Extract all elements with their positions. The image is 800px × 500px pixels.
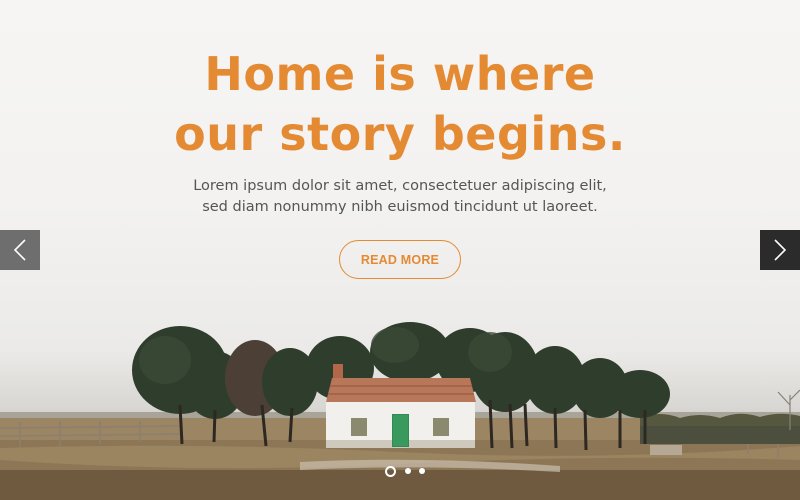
headline-line-2: our story begins. xyxy=(174,107,626,161)
slider-dot-3[interactable] xyxy=(419,468,425,474)
chevron-left-icon xyxy=(13,239,26,261)
description: Lorem ipsum dolor sit amet, consectetuer… xyxy=(0,176,800,218)
next-slide-button[interactable] xyxy=(760,230,800,270)
chevron-right-icon xyxy=(774,239,787,261)
slider-dot-2[interactable] xyxy=(405,468,411,474)
read-more-button[interactable]: READ MORE xyxy=(339,240,461,279)
description-line-1: Lorem ipsum dolor sit amet, consectetuer… xyxy=(193,178,607,194)
description-line-2: sed diam nonummy nibh euismod tincidunt … xyxy=(202,199,598,215)
headline-line-1: Home is where xyxy=(204,47,596,101)
slider-dots xyxy=(381,465,429,477)
headline: Home is where our story begins. xyxy=(0,44,800,164)
hero-slider: Home is where our story begins. Lorem ip… xyxy=(0,0,800,500)
prev-slide-button[interactable] xyxy=(0,230,40,270)
slider-dot-1[interactable] xyxy=(385,465,396,477)
